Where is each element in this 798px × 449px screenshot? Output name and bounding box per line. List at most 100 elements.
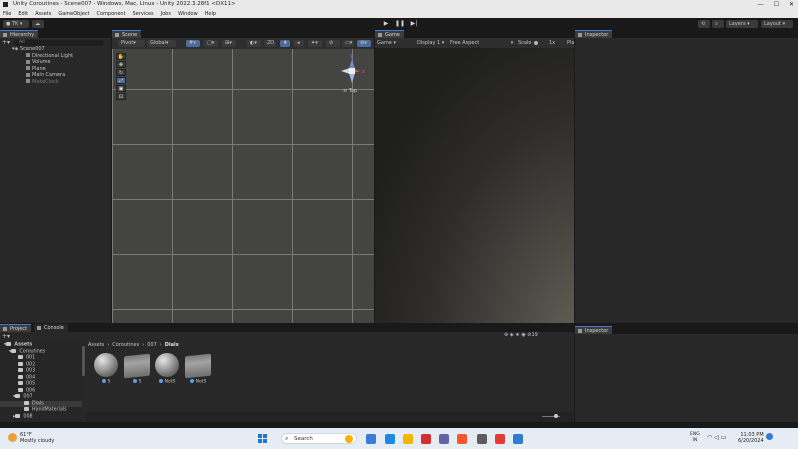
edge-icon[interactable] [385, 434, 395, 444]
scene-viewport[interactable]: ✋ ✥ ↻ ⤢ ▣ ⊡ x y ≡ Top [112, 49, 374, 323]
align-icon[interactable]: ⊞▾ [222, 40, 236, 47]
menu-services[interactable]: Services [133, 11, 154, 17]
add-icon[interactable]: +▾ [2, 39, 10, 46]
scale-tool-icon[interactable]: ⤢ [116, 77, 126, 84]
tab-game[interactable]: Game [375, 30, 404, 38]
close-button[interactable]: ✕ [789, 0, 794, 9]
unity-scene-icon: ▾◈ [12, 46, 20, 52]
brave-icon[interactable] [457, 434, 467, 444]
play-button[interactable]: ▶ [381, 20, 391, 28]
task-view-icon[interactable] [366, 434, 376, 444]
toggle-2d-button[interactable]: 2D [264, 40, 276, 47]
search-by-label-icon[interactable]: ◈ [510, 332, 514, 338]
tab-inspector-bottom[interactable]: Inspector [575, 326, 613, 334]
game-viewport[interactable] [375, 48, 574, 323]
menu-edit[interactable]: Edit [18, 11, 28, 17]
camera-settings-icon[interactable]: ▭▾ [342, 40, 354, 47]
transform-tool-icon[interactable]: ⊡ [116, 93, 126, 100]
breadcrumb-coroutines[interactable]: Coroutines [112, 342, 139, 348]
menu-assets[interactable]: Assets [35, 11, 51, 17]
pivot-dropdown[interactable]: Pivot▾ [118, 40, 145, 47]
hierarchy-search-input[interactable]: All [14, 39, 105, 46]
zoom-slider-handle[interactable] [554, 414, 558, 418]
gizmo-z-cone[interactable] [349, 59, 355, 69]
account-dropdown[interactable]: ● TK ▾ [3, 20, 29, 28]
gizmo-view-label[interactable]: ≡ Top [343, 88, 357, 94]
lighting-icon[interactable]: ♦ [280, 40, 290, 47]
layers-dropdown[interactable]: Layers ▾ [726, 20, 758, 28]
breadcrumb-007[interactable]: 007 [147, 342, 157, 348]
rect-tool-icon[interactable]: ▣ [116, 85, 126, 92]
search-icon[interactable]: ⌕ [712, 20, 724, 28]
menu-gameobject[interactable]: GameObject [58, 11, 89, 17]
menu-file[interactable]: File [3, 11, 11, 17]
language-indicator[interactable]: ENG IN [690, 432, 700, 444]
chrome-icon[interactable] [403, 434, 413, 444]
shading-mode-icon[interactable]: ◐▾ [247, 40, 261, 47]
step-button[interactable]: ▶| [409, 20, 419, 28]
weather-widget[interactable]: 61°F Mostly cloudy [20, 432, 54, 444]
hand-tool-icon[interactable]: ✋ [116, 53, 126, 60]
menu-jobs[interactable]: Jobs [161, 11, 171, 17]
tree-scrollbar[interactable] [82, 346, 85, 376]
display-dropdown[interactable]: Display 1 ▾ [417, 38, 444, 48]
maximize-button[interactable]: ☐ [774, 0, 779, 9]
move-tool-icon[interactable]: ✥ [116, 61, 126, 68]
hidden-packages-icon[interactable]: ◉ [521, 332, 525, 338]
aspect-dropdown[interactable]: Free Aspect ▾ [450, 38, 513, 48]
history-icon[interactable]: ⟲ [698, 20, 710, 28]
menu-window[interactable]: Window [178, 11, 198, 17]
clock[interactable]: 11:03 PM 6/20/2024 [738, 432, 764, 444]
search-by-type-icon[interactable]: ⊛ [504, 332, 508, 338]
tab-inspector[interactable]: Inspector [575, 30, 613, 38]
tree-item[interactable]: ▸ 008 [13, 413, 33, 421]
asset-item[interactable]: NotS [185, 353, 211, 385]
mail-icon[interactable] [439, 434, 449, 444]
wifi-icon[interactable]: ◠ [707, 434, 712, 441]
unity-hub-icon[interactable] [495, 434, 505, 444]
windows-start-icon[interactable] [258, 434, 267, 443]
audio-icon[interactable]: ◂ [294, 40, 304, 47]
taskbar-search-input[interactable]: ⌕ Search [281, 433, 357, 444]
breadcrumb-dials[interactable]: Dials [165, 342, 179, 348]
tab-console[interactable]: Console [34, 324, 68, 332]
game-mode-dropdown[interactable]: Game ▾ [377, 38, 396, 48]
gizmo-negative-x-cone[interactable] [341, 68, 350, 74]
tab-project[interactable]: Project [0, 324, 32, 332]
gizmos-icon[interactable]: ⊕▾ [357, 40, 371, 47]
menu-component[interactable]: Component [97, 11, 126, 17]
pause-button[interactable]: ❚❚ [395, 20, 405, 28]
volume-icon[interactable]: ◁ [714, 434, 719, 441]
cloud-icon[interactable]: ☁ [32, 20, 44, 28]
grid-snap-icon[interactable]: #▾ [186, 40, 200, 47]
rotate-tool-icon[interactable]: ↻ [116, 69, 126, 76]
file-explorer-icon[interactable] [421, 434, 431, 444]
weather-icon[interactable] [8, 433, 17, 442]
effects-icon[interactable]: ✦▾ [308, 40, 322, 47]
asset-item[interactable]: S [93, 353, 119, 385]
increment-snap-icon[interactable]: ▢▾ [204, 40, 218, 47]
github-icon[interactable] [477, 434, 487, 444]
notifications-icon[interactable] [780, 433, 789, 442]
battery-icon[interactable]: ▭ [721, 434, 727, 441]
asset-item[interactable]: NotS [154, 353, 180, 385]
global-dropdown[interactable]: Global▾ [147, 40, 176, 47]
gizmo-center-cube[interactable] [349, 68, 355, 74]
menu-help[interactable]: Help [205, 11, 216, 17]
scale-slider[interactable] [534, 41, 538, 45]
hidden-objects-icon[interactable]: ⊘ [326, 40, 340, 47]
breadcrumb-assets[interactable]: Assets [88, 342, 104, 348]
layout-dropdown[interactable]: Layout ▾ [761, 20, 793, 28]
tab-scene[interactable]: Scene [112, 30, 142, 38]
play-focus-dropdown[interactable]: Pla [567, 38, 574, 48]
copilot-icon[interactable] [766, 433, 773, 440]
minimize-button[interactable]: — [758, 0, 764, 9]
asset-item[interactable]: S [124, 353, 150, 385]
hierarchy-item[interactable]: MakeClock [26, 79, 59, 86]
tab-hierarchy[interactable]: Hierarchy [0, 30, 39, 38]
gizmo-negative-z-cone[interactable] [349, 73, 355, 83]
favorite-icon[interactable]: ★ [515, 332, 519, 338]
project-add-icon[interactable]: +▾ [2, 333, 10, 340]
vscode-icon[interactable] [531, 434, 541, 444]
unity-editor-icon[interactable] [513, 434, 523, 444]
